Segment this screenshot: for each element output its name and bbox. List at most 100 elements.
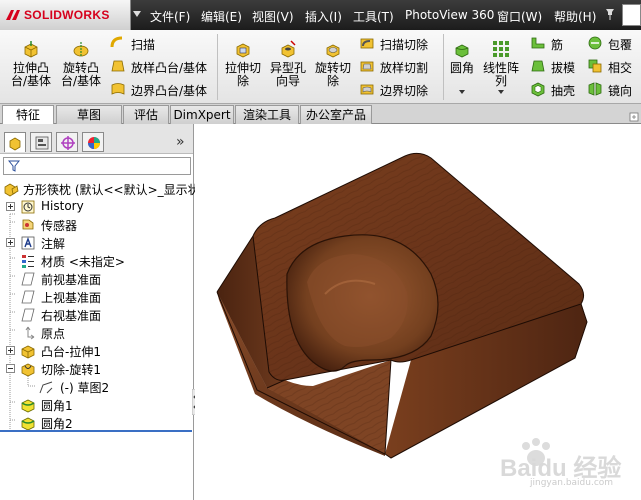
tree-item-fillet1[interactable]: 圆角1 bbox=[0, 396, 190, 414]
tab-dimxpert[interactable]: DimXpert bbox=[170, 105, 234, 124]
wrap-button[interactable]: 包覆 bbox=[587, 34, 641, 54]
tab-property-manager[interactable] bbox=[30, 132, 52, 152]
tab-office-products[interactable]: 办公室产品 bbox=[300, 105, 372, 124]
tree-item-label: 传感器 bbox=[41, 219, 78, 233]
draft-button[interactable]: 拔模 bbox=[530, 57, 580, 77]
view-orientation-icon[interactable] bbox=[629, 112, 639, 122]
solidworks-logo[interactable]: SOLIDWORKS bbox=[0, 0, 131, 30]
loft-boss-button[interactable]: 放样凸台/基体 bbox=[110, 57, 218, 77]
fillet-label: 圆角 bbox=[449, 61, 474, 75]
swept-cut-icon bbox=[360, 38, 374, 49]
boundary-cut-button[interactable]: 边界切除 bbox=[359, 80, 445, 100]
revolve-boss-icon bbox=[73, 42, 89, 57]
menu-edit[interactable]: 编辑(E) bbox=[201, 8, 242, 25]
swept-cut-button[interactable]: 扫描切除 bbox=[359, 34, 445, 54]
sketch-icon bbox=[39, 381, 53, 394]
extrude-boss-button[interactable]: 拉伸凸 台/基体 bbox=[8, 40, 54, 90]
tab-render-tools[interactable]: 渲染工具 bbox=[235, 105, 299, 124]
linear-pattern-icon bbox=[493, 41, 509, 57]
tree-item-sensors[interactable]: 传感器 bbox=[0, 216, 190, 234]
pin-icon[interactable] bbox=[603, 7, 617, 21]
logo-dropdown-icon[interactable] bbox=[133, 11, 141, 17]
lofted-cut-label: 放样切割 bbox=[380, 61, 429, 75]
expand-toggle-icon[interactable] bbox=[6, 238, 15, 247]
tree-item-material[interactable]: 材质 <未指定> bbox=[0, 252, 190, 270]
fillet-dropdown-icon[interactable] bbox=[459, 90, 465, 94]
menu-photoview[interactable]: PhotoView 360 bbox=[405, 8, 494, 22]
extrude-boss-icon bbox=[24, 41, 38, 58]
tree-item-origin[interactable]: 原点 bbox=[0, 324, 190, 342]
part-icon bbox=[4, 183, 19, 197]
rib-button[interactable]: 筋 bbox=[530, 34, 580, 54]
menu-window[interactable]: 窗口(W) bbox=[497, 8, 542, 25]
shell-icon bbox=[531, 82, 545, 97]
expand-toggle-icon[interactable] bbox=[6, 346, 15, 355]
tree-item-top-plane[interactable]: 上视基准面 bbox=[0, 288, 190, 306]
tree-item-front-plane[interactable]: 前视基准面 bbox=[0, 270, 190, 288]
tree-item-history[interactable]: History bbox=[0, 198, 190, 216]
boundary-boss-button[interactable]: 边界凸台/基体 bbox=[110, 80, 218, 100]
tree-filter-input[interactable] bbox=[3, 157, 191, 175]
sweep-label: 扫描 bbox=[131, 38, 156, 52]
tab-display-manager[interactable] bbox=[82, 132, 104, 152]
boundary-cut-label: 边界切除 bbox=[380, 84, 429, 98]
lofted-cut-button[interactable]: 放样切割 bbox=[359, 57, 445, 77]
linear-pattern-label: 线性阵 列 bbox=[482, 61, 519, 88]
expand-toggle-icon[interactable] bbox=[6, 202, 15, 211]
revolve-cut-icon bbox=[326, 44, 340, 58]
tree-item-label: History bbox=[41, 199, 84, 213]
pattern-dropdown-icon[interactable] bbox=[498, 90, 504, 94]
tree-item-sketch2[interactable]: (-) 草图2 bbox=[0, 378, 190, 396]
feature-manager-panel: » 方形筷枕 (默认<<默认>_显示状 History 传感器 注解 材质 <未… bbox=[0, 124, 200, 500]
menu-file[interactable]: 文件(F) bbox=[150, 8, 190, 25]
tree-item-label: 原点 bbox=[41, 327, 66, 341]
search-input[interactable] bbox=[622, 4, 641, 26]
sweep-icon bbox=[110, 36, 123, 48]
mirror-button[interactable]: 镜向 bbox=[587, 80, 641, 100]
tree-item-right-plane[interactable]: 右视基准面 bbox=[0, 306, 190, 324]
draft-label: 拔模 bbox=[551, 61, 576, 75]
tab-sketch[interactable]: 草图 bbox=[56, 105, 122, 124]
revolve-cut-button[interactable]: 旋转切 除 bbox=[312, 40, 354, 90]
menu-tools[interactable]: 工具(T) bbox=[353, 8, 394, 25]
tab-features[interactable]: 特征 bbox=[2, 105, 54, 125]
menu-help[interactable]: 帮助(H) bbox=[554, 8, 596, 25]
mirror-label: 镜向 bbox=[608, 84, 633, 98]
panel-expand-button[interactable]: » bbox=[176, 134, 185, 150]
menu-insert[interactable]: 插入(I) bbox=[305, 8, 342, 25]
extrude-cut-icon bbox=[236, 43, 250, 58]
tree-item-label: (-) 草图2 bbox=[60, 381, 110, 395]
fillet-button[interactable]: 圆角 bbox=[446, 40, 478, 90]
tab-evaluate[interactable]: 评估 bbox=[123, 105, 169, 124]
command-manager: 拉伸凸 台/基体 旋转凸 台/基体 扫描 放样凸台/基体 边界凸台/基体 拉伸切… bbox=[0, 30, 641, 104]
revolve-cut-label: 旋转切 除 bbox=[314, 61, 351, 88]
tab-feature-manager[interactable] bbox=[4, 132, 26, 152]
tab-configuration-manager[interactable] bbox=[56, 132, 78, 152]
collapse-toggle-icon[interactable] bbox=[6, 364, 15, 373]
tree-item-label: 前视基准面 bbox=[41, 273, 102, 287]
intersect-button[interactable]: 相交 bbox=[587, 57, 641, 77]
menu-view[interactable]: 视图(V) bbox=[252, 8, 294, 25]
tree-item-cut-revolve1[interactable]: 切除-旋转1 bbox=[0, 360, 190, 378]
tree-root-part[interactable]: 方形筷枕 (默认<<默认>_显示状 bbox=[3, 180, 200, 198]
draft-icon bbox=[531, 60, 545, 72]
feature-tree-icon bbox=[9, 137, 21, 151]
rollback-bar[interactable] bbox=[0, 430, 192, 432]
tree-item-boss-extrude1[interactable]: 凸台-拉伸1 bbox=[0, 342, 190, 360]
linear-pattern-button[interactable]: 线性阵 列 bbox=[478, 40, 524, 90]
sweep-button[interactable]: 扫描 bbox=[110, 34, 190, 54]
shell-button[interactable]: 抽壳 bbox=[530, 80, 580, 100]
revolve-cut-icon bbox=[21, 363, 35, 377]
revolve-boss-button[interactable]: 旋转凸 台/基体 bbox=[58, 40, 104, 90]
tree-item-label: 材质 <未指定> bbox=[41, 255, 125, 269]
config-manager-icon bbox=[61, 136, 75, 150]
swept-cut-label: 扫描切除 bbox=[380, 38, 429, 52]
boundary-boss-label: 边界凸台/基体 bbox=[131, 84, 208, 98]
hole-wizard-button[interactable]: 异型孔 向导 bbox=[267, 40, 309, 90]
tree-item-annotations[interactable]: 注解 bbox=[0, 234, 190, 252]
tree-item-label: 注解 bbox=[41, 237, 66, 251]
separator bbox=[443, 34, 444, 100]
hole-wizard-icon bbox=[281, 40, 296, 58]
extrude-cut-button[interactable]: 拉伸切 除 bbox=[222, 40, 264, 90]
display-manager-icon bbox=[88, 137, 100, 149]
